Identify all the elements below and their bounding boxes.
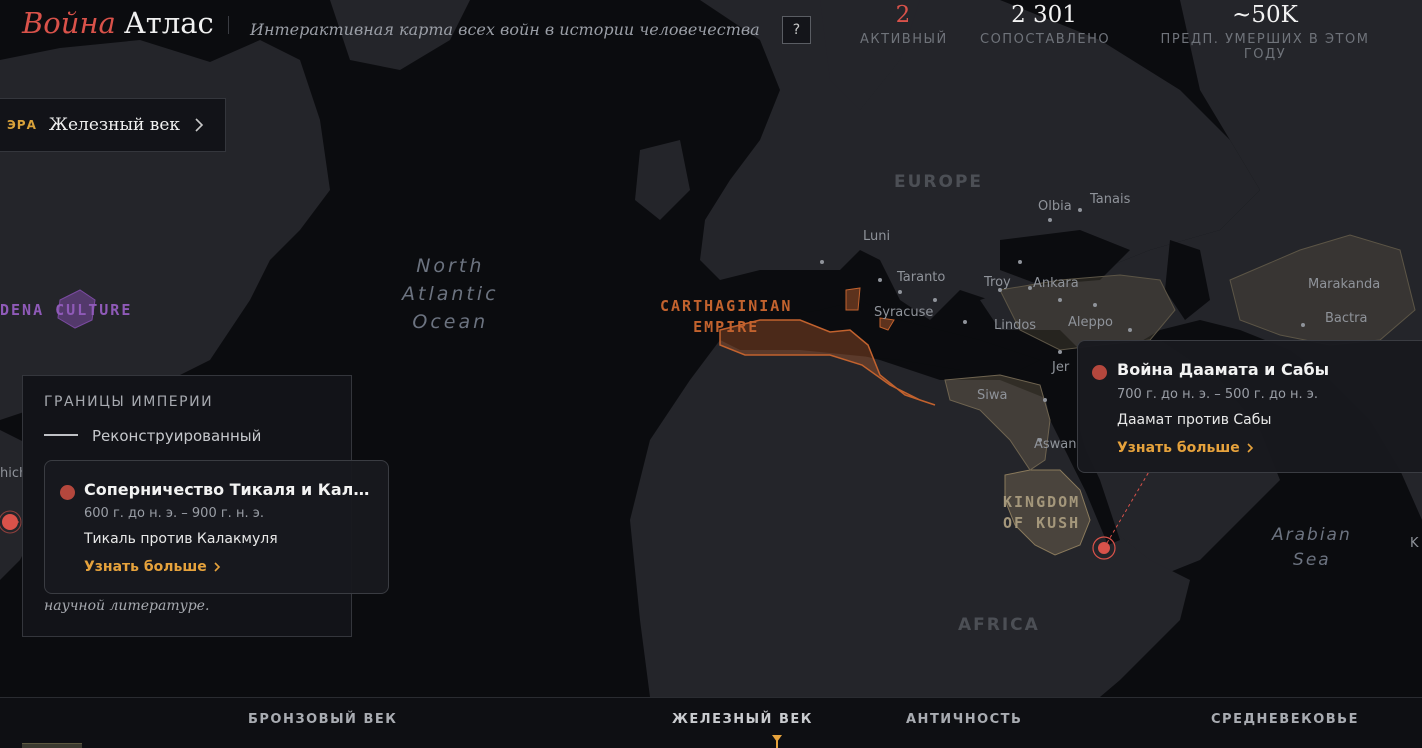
war-card-title: Соперничество Тикаля и Калак... — [84, 480, 374, 499]
stat-active: 2 АКТИВНЫЙ — [860, 2, 946, 47]
era-timeline[interactable]: БРОНЗОВЫЙ ВЕК ЖЕЛЕЗНЫЙ ВЕК АНТИЧНОСТЬ СР… — [0, 697, 1422, 748]
legend-line-label: Реконструированный — [92, 427, 262, 445]
war-card-dates: 700 г. до н. э. – 500 г. до н. э. — [1117, 387, 1319, 402]
timeline-position-tick — [776, 740, 778, 748]
brand-logo[interactable]: Война Атлас — [22, 6, 214, 40]
help-button[interactable]: ? — [782, 16, 811, 44]
timeline-era-antiquity[interactable]: АНТИЧНОСТЬ — [906, 712, 1022, 727]
era-key: ЭРА — [7, 118, 37, 132]
legend-title: ГРАНИЦЫ ИМПЕРИИ — [44, 394, 214, 410]
chevron-right-icon — [214, 562, 220, 572]
era-name: Железный век — [48, 115, 181, 135]
stat-deaths-label: ПРЕДП. УМЕРШИХ В ЭТОМ ГОДУ — [1160, 32, 1370, 62]
legend-note: научной литературе. — [44, 598, 210, 614]
legend-line-swatch — [44, 434, 78, 436]
timeline-era-iron[interactable]: ЖЕЛЕЗНЫЙ ВЕК — [672, 712, 813, 727]
chevron-right-icon — [195, 118, 204, 132]
tagline: Интерактивная карта всех войн в истории … — [250, 20, 760, 39]
stat-mapped: 2 301 СОПОСТАВЛЕНО — [980, 2, 1111, 47]
learn-more-label: Узнать больше — [1117, 440, 1240, 456]
timeline-era-medieval[interactable]: СРЕДНЕВЕКОВЬЕ — [1211, 712, 1359, 727]
stat-active-value: 2 — [895, 2, 911, 28]
war-card-tikal[interactable]: Соперничество Тикаля и Калак... 600 г. д… — [44, 460, 389, 594]
war-card-daamat[interactable]: Война Даамата и Сабы 700 г. до н. э. – 5… — [1077, 340, 1422, 473]
war-card-parties: Даамат против Сабы — [1117, 412, 1272, 428]
timeline-era-bronze[interactable]: БРОНЗОВЫЙ ВЕК — [248, 712, 397, 727]
chevron-right-icon — [1247, 443, 1253, 453]
learn-more-link[interactable]: Узнать больше — [1117, 440, 1254, 456]
timeline-start-segment — [22, 743, 82, 748]
war-card-parties: Тикаль против Калакмуля — [84, 531, 278, 547]
era-selector[interactable]: ЭРА Железный век — [0, 98, 226, 152]
war-dot — [1092, 365, 1107, 380]
learn-more-label: Узнать больше — [84, 559, 207, 575]
learn-more-link[interactable]: Узнать больше — [84, 559, 221, 575]
stat-deaths-value: ~50K — [1232, 2, 1298, 28]
brand-word-1: Война — [22, 6, 116, 40]
war-card-dates: 600 г. до н. э. – 900 г. н. э. — [84, 506, 264, 521]
stat-deaths: ~50K ПРЕДП. УМЕРШИХ В ЭТОМ ГОДУ — [1140, 2, 1390, 62]
stat-active-label: АКТИВНЫЙ — [860, 32, 948, 47]
war-card-title: Война Даамата и Сабы — [1117, 360, 1330, 379]
stat-mapped-value: 2 301 — [1011, 2, 1077, 28]
header-divider — [228, 16, 229, 34]
empire-carthage-sardinia — [845, 287, 861, 311]
stat-mapped-label: СОПОСТАВЛЕНО — [980, 32, 1111, 47]
brand-word-2: Атлас — [123, 6, 214, 40]
war-dot — [60, 485, 75, 500]
